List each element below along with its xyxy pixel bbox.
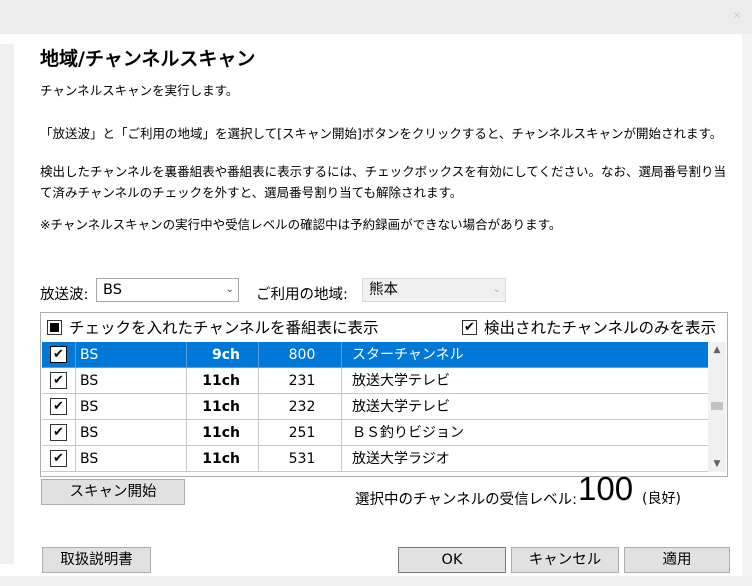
channel-wave: BS <box>76 446 187 472</box>
signal-level-value: 100 <box>578 470 634 507</box>
channel-wave: BS <box>76 368 187 394</box>
channel-number: 531 <box>259 446 342 472</box>
channel-ch: 11ch <box>187 368 259 394</box>
channel-row[interactable]: BS 11ch 232 放送大学テレビ <box>42 394 708 420</box>
channel-number: 251 <box>259 420 342 446</box>
channel-name: 放送大学ラジオ <box>342 446 708 472</box>
region-value: 熊本 <box>369 282 398 298</box>
region-label: ご利用の地域: <box>256 287 348 303</box>
channel-ch: 11ch <box>187 420 259 446</box>
channel-row[interactable]: BS 9ch 800 スターチャンネル <box>42 342 708 368</box>
close-icon[interactable]: × <box>728 6 746 24</box>
show-checked-option[interactable]: チェックを入れたチャンネルを番組表に表示 <box>47 316 379 338</box>
channel-wave: BS <box>76 420 187 446</box>
channel-wave: BS <box>76 394 187 420</box>
channel-wave: BS <box>76 342 187 368</box>
signal-level-status: (良好) <box>642 491 681 507</box>
right-edge <box>742 34 752 586</box>
channel-row[interactable]: BS 11ch 231 放送大学テレビ <box>42 368 708 394</box>
channel-name: 放送大学テレビ <box>342 368 708 394</box>
description-checkbox-note: 検出したチャンネルを裏番組表や番組表に表示するには、チェックボックスを有効にして… <box>40 164 727 200</box>
only-detected-checkbox[interactable] <box>462 319 477 335</box>
channel-number: 800 <box>259 342 342 368</box>
region-select[interactable]: 熊本 ⌄ <box>362 278 506 302</box>
description-intro: チャンネルスキャンを実行します。 <box>40 83 239 98</box>
apply-button[interactable]: 適用 <box>624 547 730 573</box>
scan-start-button[interactable]: スキャン開始 <box>41 479 185 505</box>
only-detected-label: 検出されたチャンネルのみを表示 <box>484 319 717 337</box>
channel-number: 231 <box>259 368 342 394</box>
channel-checkbox[interactable] <box>50 346 67 363</box>
broadcast-select[interactable]: BS ⌄ <box>96 278 239 302</box>
scroll-up-icon[interactable]: ▲ <box>708 342 726 358</box>
channel-name: ＢＳ釣りビジョン <box>342 420 708 446</box>
channel-ch: 11ch <box>187 446 259 472</box>
channel-checkbox[interactable] <box>50 450 67 467</box>
channel-scrollbar[interactable]: ▲ ▼ <box>708 342 726 472</box>
broadcast-label: 放送波: <box>40 287 89 303</box>
description-scan-howto: 「放送波」と「ご利用の地域」を選択して[スキャン開始]ボタンをクリックすると、チ… <box>40 126 723 141</box>
channel-table: BS 9ch 800 スターチャンネル BS 11ch 231 放送大学テレビ … <box>42 342 708 472</box>
show-checked-label: チェックを入れたチャンネルを番組表に表示 <box>69 319 379 337</box>
scroll-down-icon[interactable]: ▼ <box>708 456 726 472</box>
show-checked-checkbox[interactable] <box>47 319 62 335</box>
channel-checkbox[interactable] <box>50 372 67 389</box>
channel-checkbox[interactable] <box>50 424 67 441</box>
channel-number: 232 <box>259 394 342 420</box>
manual-button[interactable]: 取扱説明書 <box>42 547 151 573</box>
cancel-button[interactable]: キャンセル <box>511 547 619 573</box>
window-titlebar: × <box>0 0 752 34</box>
page-title: 地域/チャンネルスキャン <box>40 48 256 70</box>
only-detected-option[interactable]: 検出されたチャンネルのみを表示 <box>462 316 716 338</box>
chevron-down-icon: ⌄ <box>492 284 501 295</box>
ok-button[interactable]: OK <box>398 547 506 573</box>
channel-row[interactable]: BS 11ch 251 ＢＳ釣りビジョン <box>42 420 708 446</box>
left-edge <box>0 44 14 564</box>
channel-name: 放送大学テレビ <box>342 394 708 420</box>
scroll-thumb[interactable] <box>711 402 723 410</box>
description-warning: ※チャンネルスキャンの実行中や受信レベルの確認中は予約録画ができない場合がありま… <box>40 217 562 232</box>
channel-row[interactable]: BS 11ch 531 放送大学ラジオ <box>42 446 708 472</box>
bottom-edge <box>0 576 752 586</box>
broadcast-value: BS <box>103 282 122 298</box>
channel-name: スターチャンネル <box>342 342 708 368</box>
signal-level-label: 選択中のチャンネルの受信レベル: <box>355 492 577 508</box>
chevron-down-icon: ⌄ <box>225 284 234 295</box>
channel-checkbox[interactable] <box>50 398 67 415</box>
channel-ch: 11ch <box>187 394 259 420</box>
channel-ch: 9ch <box>187 342 259 368</box>
